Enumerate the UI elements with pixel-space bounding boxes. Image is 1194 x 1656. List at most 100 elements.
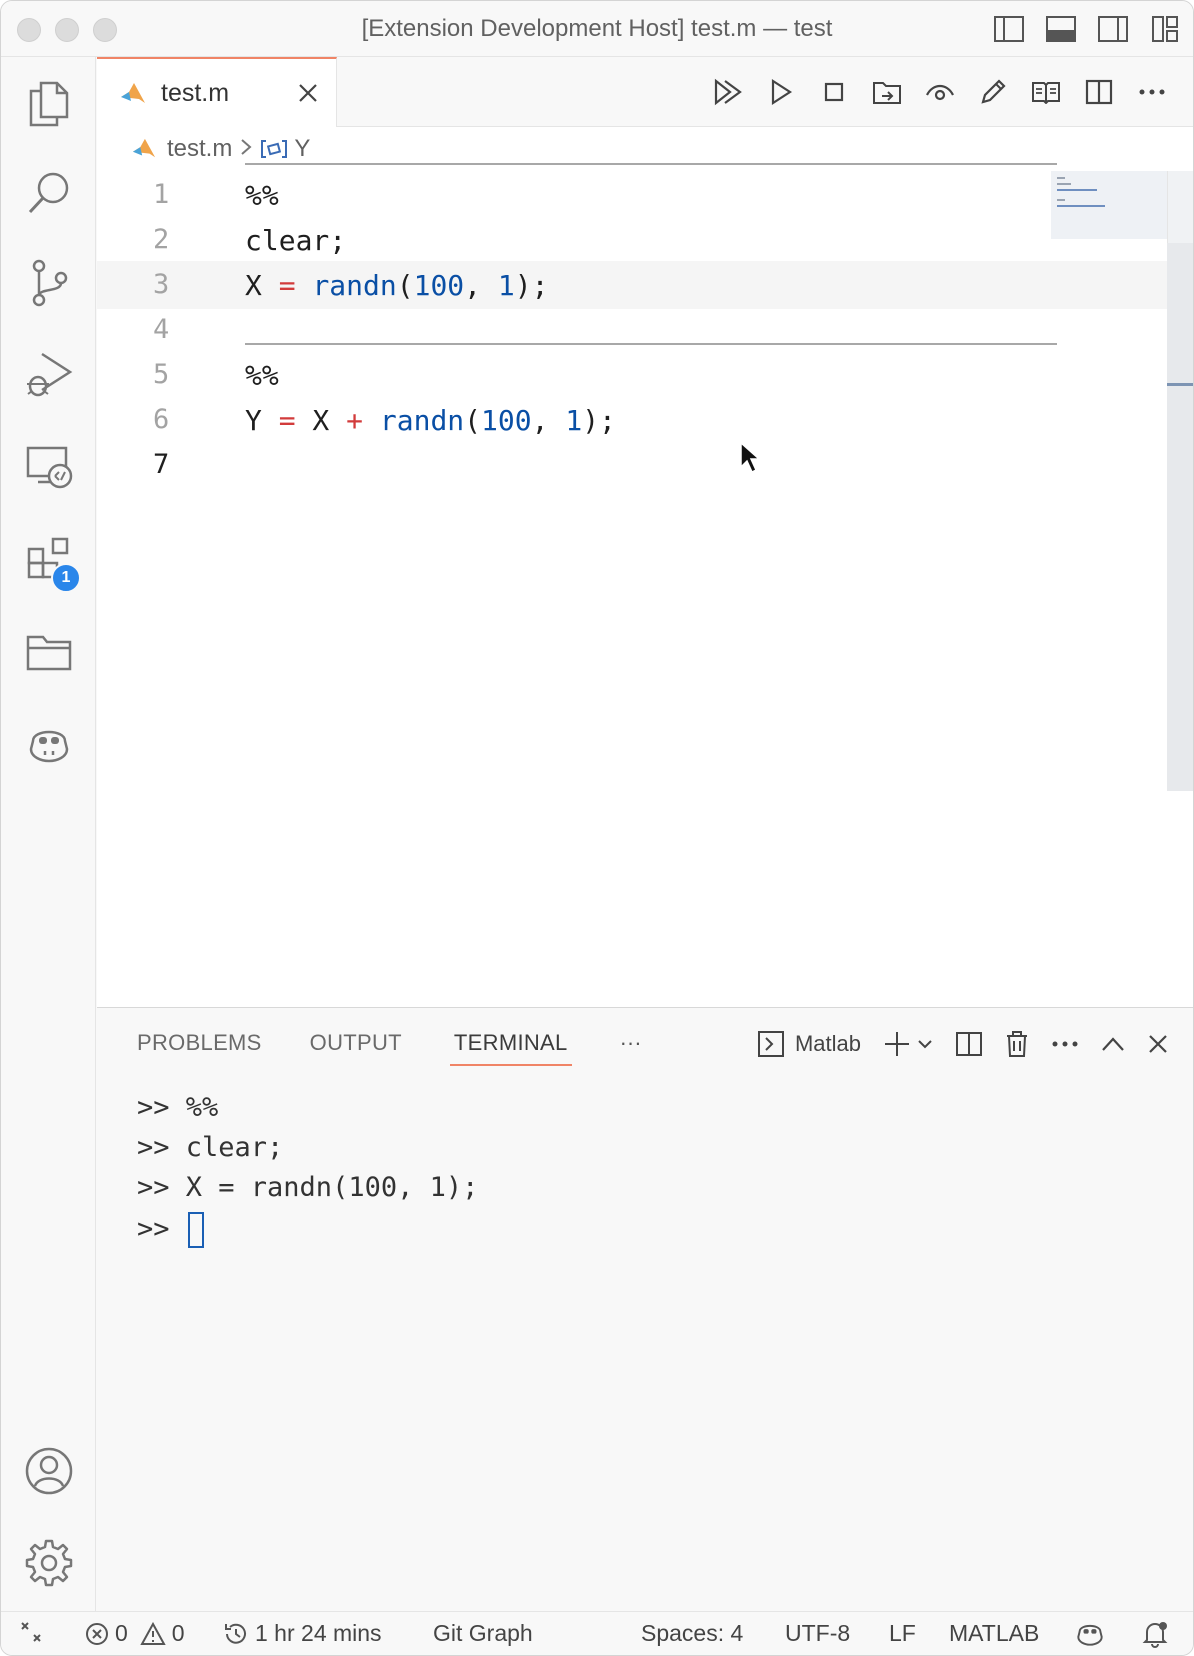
bottom-panel: PROBLEMS OUTPUT TERMINAL ··· Matlab >> %… bbox=[97, 1007, 1193, 1613]
code-line[interactable]: 1 %% bbox=[97, 171, 1193, 219]
explorer-files-icon[interactable] bbox=[21, 75, 77, 131]
copilot-status-icon[interactable] bbox=[1075, 1620, 1105, 1646]
terminal-prompt-line: >> bbox=[137, 1212, 1163, 1252]
warning-count: 0 bbox=[171, 1620, 185, 1646]
tab-test-m[interactable]: test.m bbox=[97, 57, 337, 127]
code-token: ( bbox=[396, 269, 414, 302]
breadcrumb-file[interactable]: test.m bbox=[167, 135, 232, 163]
account-icon[interactable] bbox=[21, 1443, 77, 1499]
toggle-secondary-sidebar-icon[interactable] bbox=[1095, 13, 1131, 45]
minimap[interactable] bbox=[1051, 171, 1167, 239]
cell-separator bbox=[245, 343, 1057, 345]
extensions-icon[interactable]: 1 bbox=[21, 531, 81, 593]
open-preview-book-icon[interactable] bbox=[1027, 73, 1065, 111]
code-token: ( bbox=[464, 404, 482, 437]
split-editor-icon[interactable] bbox=[1080, 73, 1118, 111]
encoding-status[interactable]: UTF-8 bbox=[785, 1620, 850, 1647]
remote-indicator-icon[interactable] bbox=[19, 1620, 43, 1644]
matlab-file-icon bbox=[131, 137, 157, 161]
settings-gear-icon[interactable] bbox=[21, 1535, 77, 1591]
title-bar: [Extension Development Host] test.m — te… bbox=[1, 1, 1193, 57]
breadcrumb-symbol[interactable]: Y bbox=[294, 135, 310, 163]
code-line[interactable]: 5 %% bbox=[97, 351, 1193, 399]
scrollbar-thumb[interactable] bbox=[1167, 243, 1193, 791]
kill-terminal-trash-icon[interactable] bbox=[1005, 1026, 1029, 1062]
number-token: 100 bbox=[413, 269, 465, 302]
close-tab-icon[interactable] bbox=[294, 79, 322, 107]
change-folder-icon[interactable] bbox=[868, 73, 906, 111]
toggle-panel-icon[interactable] bbox=[1043, 13, 1079, 45]
code-line[interactable]: 4 bbox=[97, 306, 1193, 354]
terminal-output[interactable]: >> %% >> clear; >> X = randn(100, 1); >> bbox=[137, 1092, 1163, 1252]
terminal-cursor bbox=[187, 1212, 204, 1248]
line-number: 6 bbox=[153, 404, 170, 435]
new-terminal-button[interactable] bbox=[883, 1026, 933, 1062]
error-count: 0 bbox=[115, 1620, 128, 1646]
problems-status[interactable]: 0 0 bbox=[85, 1620, 185, 1647]
split-terminal-icon[interactable] bbox=[955, 1026, 983, 1062]
error-icon bbox=[86, 1622, 108, 1645]
line-number: 2 bbox=[153, 224, 170, 255]
line-text: %% bbox=[245, 359, 279, 392]
history-clock-icon bbox=[225, 1623, 246, 1644]
code-line[interactable]: 6 Y = X + randn(100, 1); bbox=[97, 396, 1193, 444]
close-panel-icon[interactable] bbox=[1147, 1026, 1169, 1062]
line-text: Y = X + randn(100, 1); bbox=[245, 404, 616, 437]
customize-layout-icon[interactable] bbox=[1147, 13, 1183, 45]
source-control-icon[interactable] bbox=[21, 255, 77, 311]
preview-eye-icon[interactable] bbox=[921, 73, 959, 111]
matlab-logo-icon bbox=[119, 81, 147, 112]
time-tracker[interactable]: 1 hr 24 mins bbox=[223, 1620, 382, 1647]
tab-terminal[interactable]: TERMINAL bbox=[449, 1030, 572, 1066]
eol-status[interactable]: LF bbox=[889, 1620, 916, 1647]
status-bar: 0 0 1 hr 24 mins Git Graph Spaces: 4 UTF… bbox=[1, 1611, 1193, 1655]
run-debug-icon[interactable] bbox=[21, 347, 77, 403]
line-number: 3 bbox=[153, 269, 170, 300]
plus-icon bbox=[885, 1032, 909, 1056]
tab-problems[interactable]: PROBLEMS bbox=[137, 1030, 262, 1066]
code-line-current[interactable]: 3 X = randn(100, 1); bbox=[97, 261, 1193, 309]
run-section-icon[interactable] bbox=[762, 73, 800, 111]
scrollbar-position-marker bbox=[1167, 383, 1193, 386]
code-editor[interactable]: 1 %% 2 clear; 3 X = randn(100, 1); 4 5 %… bbox=[97, 163, 1193, 1007]
code-token: X bbox=[295, 404, 347, 437]
line-number: 4 bbox=[153, 314, 170, 345]
indentation-status[interactable]: Spaces: 4 bbox=[641, 1620, 743, 1647]
stop-icon[interactable] bbox=[815, 73, 853, 111]
code-token: X bbox=[245, 269, 279, 302]
git-graph-button[interactable]: Git Graph bbox=[433, 1620, 533, 1647]
panel-more-tabs-button[interactable]: ··· bbox=[620, 1030, 642, 1066]
panel-more-actions-icon[interactable] bbox=[1051, 1026, 1079, 1062]
code-line[interactable]: 7 bbox=[97, 441, 1193, 489]
chevron-right-icon bbox=[240, 135, 252, 163]
code-token: Y bbox=[245, 404, 279, 437]
line-text: clear; bbox=[245, 224, 347, 257]
toggle-primary-sidebar-icon[interactable] bbox=[991, 13, 1027, 45]
vertical-scrollbar[interactable] bbox=[1167, 171, 1193, 791]
time-value: 1 hr 24 mins bbox=[255, 1620, 382, 1646]
maximize-panel-chevron-up-icon[interactable] bbox=[1101, 1026, 1125, 1062]
more-actions-icon[interactable] bbox=[1133, 73, 1171, 111]
copilot-icon[interactable] bbox=[21, 715, 77, 771]
search-icon[interactable] bbox=[21, 165, 77, 221]
notifications-bell-icon[interactable] bbox=[1141, 1620, 1169, 1648]
vscode-window: [Extension Development Host] test.m — te… bbox=[0, 0, 1194, 1656]
language-mode-status[interactable]: MATLAB bbox=[949, 1620, 1039, 1647]
code-line[interactable]: 2 clear; bbox=[97, 216, 1193, 264]
variable-symbol-icon bbox=[260, 139, 288, 159]
tab-output[interactable]: OUTPUT bbox=[310, 1030, 402, 1066]
terminal-selector[interactable]: Matlab bbox=[757, 1026, 861, 1062]
terminal-icon bbox=[757, 1031, 784, 1057]
operator-token: = bbox=[278, 269, 296, 302]
code-token: , bbox=[531, 404, 566, 437]
folder-icon[interactable] bbox=[21, 623, 77, 679]
remote-explorer-icon[interactable] bbox=[21, 439, 77, 495]
activity-bar: 1 bbox=[1, 57, 96, 1613]
run-all-icon[interactable] bbox=[709, 73, 747, 111]
function-token: randn bbox=[312, 269, 397, 302]
mouse-pointer-icon bbox=[739, 441, 761, 480]
extensions-badge: 1 bbox=[51, 563, 81, 593]
code-token: ); bbox=[582, 404, 616, 437]
edit-pencil-icon[interactable] bbox=[974, 73, 1012, 111]
